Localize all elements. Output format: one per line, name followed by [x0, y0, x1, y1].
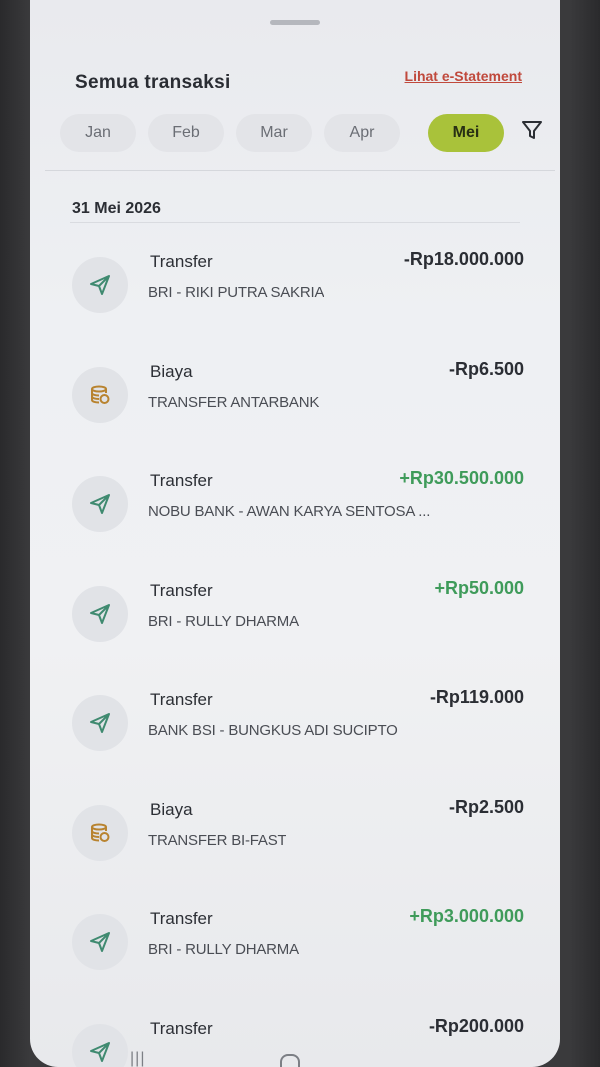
header: Semua transaksi Lihat e-Statement — [75, 66, 522, 102]
transaction-type: Transfer — [150, 471, 213, 490]
transaction-row[interactable]: Biaya TRANSFER ANTARBANK -Rp6.500 — [30, 359, 560, 452]
transaction-amount: +Rp30.500.000 — [399, 468, 524, 488]
date-divider — [70, 222, 520, 223]
transaction-type: Transfer — [150, 909, 213, 928]
filter-icon[interactable] — [520, 118, 550, 148]
coins-icon — [72, 367, 128, 423]
month-tab-mar[interactable]: Mar — [236, 114, 312, 152]
transaction-description: TRANSFER ANTARBANK — [148, 394, 320, 411]
transaction-amount: -Rp119.000 — [429, 687, 524, 707]
transaction-description: BRI - RULLY DHARMA — [148, 941, 299, 958]
page-title: Semua transaksi — [75, 72, 231, 93]
home-icon[interactable] — [280, 1054, 300, 1067]
transaction-amount: -Rp200.000 — [428, 1016, 524, 1036]
coins-icon — [72, 805, 128, 861]
transaction-description: BRI - RIKI PUTRA SAKRIA — [148, 284, 325, 301]
transaction-row[interactable]: Transfer NOBU BANK - AWAN KARYA SENTOSA .… — [30, 468, 560, 561]
transaction-type: Transfer — [150, 581, 213, 600]
transaction-type: Biaya — [150, 362, 193, 381]
transaction-amount: -Rp6.500 — [448, 359, 524, 379]
transaction-row[interactable]: Transfer BRI - RULLY DHARMA +Rp50.000 — [30, 578, 560, 671]
send-icon — [72, 476, 128, 532]
transaction-description: NOBU BANK - AWAN KARYA SENTOSA ... — [148, 503, 431, 520]
send-icon — [72, 586, 128, 642]
send-icon — [72, 1024, 128, 1067]
transaction-description: TRANSFER BI-FAST — [148, 832, 287, 849]
transaction-type: Transfer — [150, 252, 213, 271]
transactions-sheet: Semua transaksi Lihat e-Statement Jan Fe… — [30, 0, 560, 1067]
month-tab-mei[interactable]: Mei — [428, 114, 504, 152]
transaction-type: Transfer — [150, 690, 213, 709]
transaction-type: Biaya — [150, 800, 193, 819]
send-icon — [72, 695, 128, 751]
transaction-amount: -Rp2.500 — [448, 797, 524, 817]
transaction-type: Transfer — [150, 1019, 213, 1038]
send-icon — [72, 914, 128, 970]
transaction-description: BANK BSI - BUNGKUS ADI SUCIPTO — [148, 722, 398, 739]
system-nav-bar: ||| — [130, 1050, 430, 1067]
transaction-amount: -Rp18.000.000 — [403, 249, 524, 269]
estatement-link[interactable]: Lihat e-Statement — [405, 68, 522, 84]
transaction-amount: +Rp3.000.000 — [409, 906, 524, 926]
date-group-header: 31 Mei 2026 — [72, 200, 161, 217]
section-divider — [45, 170, 555, 171]
month-filter-bar: Jan Feb Mar Apr Mei — [60, 108, 560, 154]
sheet-drag-handle[interactable] — [270, 20, 320, 25]
month-tab-feb[interactable]: Feb — [148, 114, 224, 152]
send-icon — [72, 257, 128, 313]
transaction-description: BRI - RULLY DHARMA — [148, 613, 299, 630]
transaction-row[interactable]: Biaya TRANSFER BI-FAST -Rp2.500 — [30, 797, 560, 890]
phone-frame: Semua transaksi Lihat e-Statement Jan Fe… — [0, 0, 600, 1067]
recent-apps-icon[interactable]: ||| — [130, 1050, 145, 1067]
transaction-row[interactable]: Transfer BANK BSI - BUNGKUS ADI SUCIPTO -R… — [30, 687, 560, 780]
month-tab-jan[interactable]: Jan — [60, 114, 136, 152]
transaction-row[interactable]: Transfer BRI - RIKI PUTRA SAKRIA -Rp18.000… — [30, 249, 560, 342]
transaction-row[interactable]: Transfer BRI - RULLY DHARMA +Rp3.000.000 — [30, 906, 560, 999]
month-tab-apr[interactable]: Apr — [324, 114, 400, 152]
transaction-amount: +Rp50.000 — [434, 578, 524, 598]
